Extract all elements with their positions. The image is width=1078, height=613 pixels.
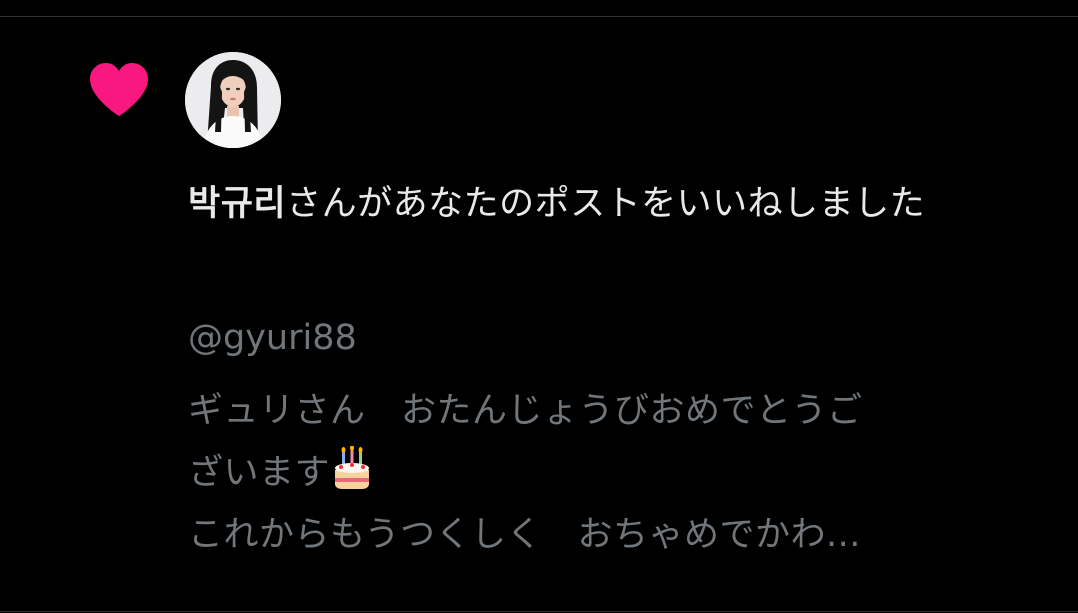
- avatar[interactable]: [185, 52, 281, 148]
- action-text: さんがあなたのポストをいいねしました: [286, 184, 926, 224]
- user-handle: @gyuri88: [188, 318, 357, 358]
- user-name[interactable]: 박규리: [188, 184, 286, 224]
- post-text-line: ギュリさん おたんじょうびおめでとうご: [188, 391, 863, 431]
- post-text: ギュリさん おたんじょうびおめでとうご ざいます これからもうつくしく おちゃめ…: [188, 380, 1048, 566]
- bottom-divider: [0, 611, 1078, 612]
- post-text-line-with-emoji: ざいます: [188, 442, 1048, 504]
- heart-icon: [90, 63, 148, 116]
- notification-headline: 박규리さんがあなたのポストをいいねしました: [188, 170, 1048, 238]
- post-text-line: これからもうつくしく おちゃめでかわ...: [188, 515, 861, 555]
- avatar-image: [185, 52, 281, 148]
- post-text-line: ざいます: [188, 453, 331, 493]
- like-notification[interactable]: 박규리さんがあなたのポストをいいねしました @gyuri88 ギュリさん おたん…: [0, 17, 1078, 611]
- cake-icon: [335, 446, 370, 489]
